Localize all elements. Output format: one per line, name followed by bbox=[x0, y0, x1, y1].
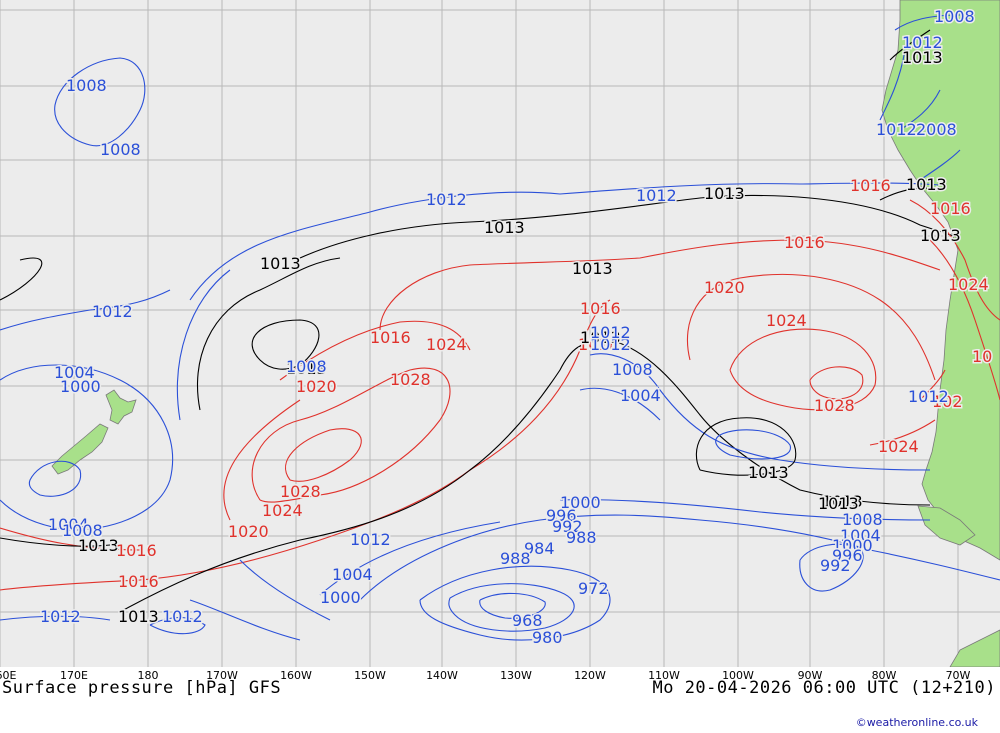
isobar-label: 1012 bbox=[162, 607, 203, 626]
isobar-label: 1013 bbox=[78, 536, 119, 555]
isobar-label: 1000 bbox=[320, 588, 361, 607]
isobar-label: 1028 bbox=[814, 396, 855, 415]
isobar-label: 1008 bbox=[286, 357, 327, 376]
isobar-label: 1004 bbox=[332, 565, 373, 584]
isobar-label: 2008 bbox=[916, 120, 957, 139]
isobar-label: 1024 bbox=[948, 275, 989, 294]
longitude-tick-label: 130W bbox=[500, 669, 532, 682]
isobar-label: 1008 bbox=[66, 76, 107, 95]
isobar-label: 1012 bbox=[636, 186, 677, 205]
map-title: Surface pressure [hPa] GFS bbox=[2, 678, 282, 698]
isobar-label: 1028 bbox=[280, 482, 321, 501]
isobar-label: 1008 bbox=[100, 140, 141, 159]
isobar-label: 992 bbox=[820, 556, 851, 575]
isobar-label: 1013 bbox=[920, 226, 961, 245]
isobar-label: 1013 bbox=[118, 607, 159, 626]
isobar-label: 1020 bbox=[228, 522, 269, 541]
isobar-label: 1012 bbox=[40, 607, 81, 626]
isobar-label: 1013 bbox=[902, 48, 943, 67]
weather-map-viewer: 1008 1008 1012 1004 1000 1004 1008 1013 1016 1016… bbox=[0, 0, 1000, 733]
isobar-label: 1016 bbox=[580, 299, 621, 318]
longitude-tick-label: 140W bbox=[426, 669, 458, 682]
isobar-label: 1016 bbox=[118, 572, 159, 591]
isobar-label: 1013 bbox=[572, 259, 613, 278]
isobar-label: 1016 bbox=[930, 199, 971, 218]
isobar-label: 1004 bbox=[620, 386, 661, 405]
isobar-label: 1024 bbox=[878, 437, 919, 456]
isobar-label: 10 bbox=[972, 347, 992, 366]
isobar-label: 980 bbox=[532, 628, 563, 647]
isobar-label: 1013 bbox=[748, 463, 789, 482]
isobar-label: 1020 bbox=[296, 377, 337, 396]
isobar-label: 988 bbox=[500, 549, 531, 568]
isobar-label: 1013 bbox=[260, 254, 301, 273]
isobar-label: 1008 bbox=[934, 7, 975, 26]
isobar-label: 1016 bbox=[116, 541, 157, 560]
isobar-label: 1024 bbox=[426, 335, 467, 354]
longitude-tick-label: 160W bbox=[280, 669, 312, 682]
isobar-label: 1012 bbox=[876, 120, 917, 139]
isobar-label: 1016 bbox=[850, 176, 891, 195]
isobar-label: 1013 bbox=[704, 184, 745, 203]
isobar-label: 1000 bbox=[60, 377, 101, 396]
isobar-label: 972 bbox=[578, 579, 609, 598]
isobar-label: 1016 bbox=[370, 328, 411, 347]
isobar-label: 1013 bbox=[818, 494, 859, 513]
valid-time-label: Mo 20-04-2026 06:00 UTC (12+210) bbox=[652, 678, 996, 698]
longitude-tick-label: 150W bbox=[354, 669, 386, 682]
isobar-label: 1012 bbox=[908, 387, 949, 406]
isobar-label: 1024 bbox=[766, 311, 807, 330]
longitude-tick-label: 120W bbox=[574, 669, 606, 682]
isobar-label: 1020 bbox=[704, 278, 745, 297]
isobar-label: 1012 bbox=[590, 323, 631, 342]
isobar-label: 1016 bbox=[784, 233, 825, 252]
isobar-label: 1012 bbox=[350, 530, 391, 549]
isobar-label: 1012 bbox=[426, 190, 467, 209]
isobar-label: 1008 bbox=[612, 360, 653, 379]
isobar-label: 1024 bbox=[262, 501, 303, 520]
isobar-label: 988 bbox=[566, 528, 597, 547]
isobar-label: 1013 bbox=[906, 175, 947, 194]
credit-link[interactable]: ©weatheronline.co.uk bbox=[856, 716, 978, 729]
surface-pressure-map: 1008100810121004100010041008101310161016… bbox=[0, 0, 1000, 667]
isobar-label: 1012 bbox=[92, 302, 133, 321]
isobar-label: 1028 bbox=[390, 370, 431, 389]
isobar-label: 1013 bbox=[484, 218, 525, 237]
